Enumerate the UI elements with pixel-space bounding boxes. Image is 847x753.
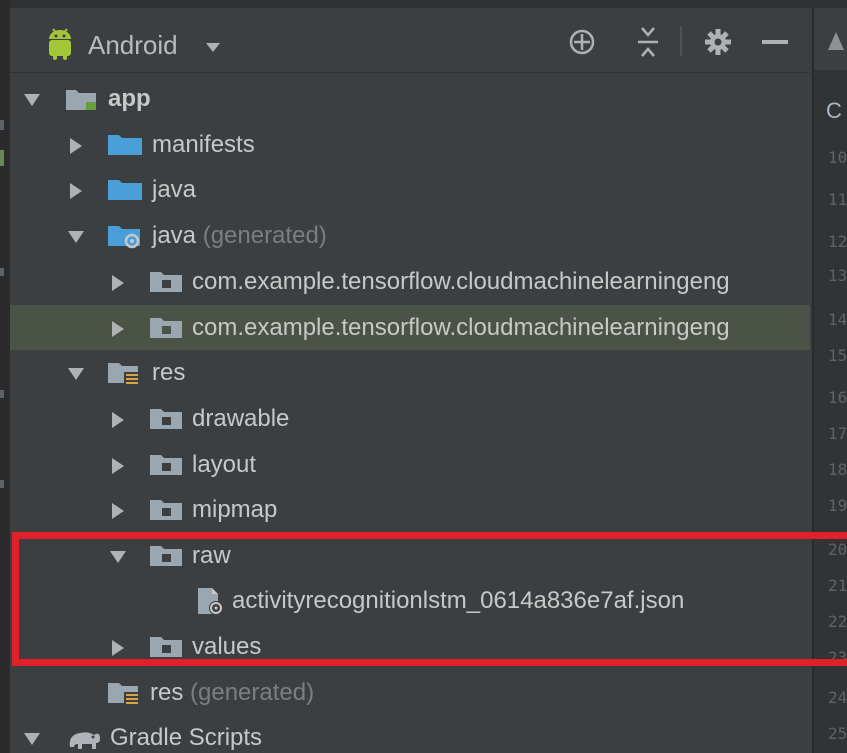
folder-icon	[108, 133, 142, 162]
tree-item-label: java (generated)	[152, 222, 327, 250]
tree-row-res-generated[interactable]: res (generated)	[10, 670, 810, 715]
expand-arrow-icon[interactable]	[24, 733, 40, 745]
resource-folder-icon	[108, 361, 142, 392]
line-number: 14	[828, 310, 847, 329]
gear-icon[interactable]	[704, 28, 732, 61]
tree-item-name: res	[150, 679, 184, 706]
module-folder-icon	[66, 88, 98, 117]
tree-row-java[interactable]: java	[10, 167, 810, 212]
generated-suffix: (generated)	[190, 679, 315, 706]
collapse-arrow-icon[interactable]	[112, 275, 124, 291]
tree-row-java-generated[interactable]: java (generated)	[10, 213, 810, 258]
tree-item-label: app	[108, 85, 151, 112]
line-number: 25	[828, 724, 847, 743]
editor-tab-letter: C	[826, 98, 842, 123]
expand-arrow-icon[interactable]	[24, 94, 40, 106]
collapse-arrow-icon[interactable]	[70, 183, 82, 199]
tree-item-label: mipmap	[192, 496, 278, 523]
tree-item-label: com.example.tensorflow.cloudmachinelearn…	[192, 314, 730, 341]
tree-row-mipmap[interactable]: mipmap	[10, 487, 810, 532]
line-number: 10	[828, 148, 847, 167]
line-number: 17	[828, 424, 847, 443]
view-mode-selector[interactable]: Android	[88, 30, 178, 60]
android-icon	[46, 28, 74, 65]
tree-row-gradle-scripts[interactable]: Gradle Scripts	[10, 715, 810, 753]
line-number: 12	[828, 232, 847, 251]
tree-row-layout[interactable]: layout	[10, 442, 810, 487]
expand-arrow-icon[interactable]	[68, 368, 84, 380]
collapse-all-icon[interactable]	[636, 26, 660, 63]
tree-row-res[interactable]: res	[10, 350, 810, 395]
resource-folder-icon	[108, 681, 142, 712]
package-folder-icon	[150, 270, 184, 299]
expand-arrow-icon[interactable]	[68, 231, 84, 243]
crosshair-icon[interactable]	[568, 28, 596, 61]
tree-item-label: layout	[192, 451, 257, 478]
line-number: 16	[828, 388, 847, 407]
editor-tab-icon	[826, 30, 846, 57]
collapse-arrow-icon[interactable]	[112, 321, 124, 337]
tree-item-label: res (generated)	[150, 679, 314, 707]
window-top-edge	[0, 0, 847, 8]
tree-row-drawable[interactable]: drawable	[10, 396, 810, 441]
project-tool-window: Android app manifests java java (generat…	[0, 0, 847, 753]
tree-item-name: java	[152, 222, 197, 249]
line-number: 13	[828, 266, 847, 285]
tree-row-package-selected[interactable]: com.example.tensorflow.cloudmachinelearn…	[10, 305, 810, 350]
project-toolbar: Android	[10, 8, 810, 73]
collapse-arrow-icon[interactable]	[112, 503, 124, 519]
tree-item-label: drawable	[192, 405, 290, 432]
package-folder-icon	[150, 407, 184, 436]
package-folder-icon	[150, 316, 184, 345]
tree-item-label: manifests	[152, 131, 255, 158]
line-number: 15	[828, 346, 847, 365]
collapse-arrow-icon[interactable]	[70, 138, 82, 154]
collapse-arrow-icon[interactable]	[112, 458, 124, 474]
package-folder-icon	[150, 498, 184, 527]
minimize-icon[interactable]	[762, 40, 788, 44]
tree-item-label: Gradle Scripts	[110, 724, 263, 751]
tree-item-label: com.example.tensorflow.cloudmachinelearn…	[192, 268, 730, 295]
line-number: 18	[828, 460, 847, 479]
chevron-down-icon[interactable]	[206, 40, 220, 58]
tree-row-manifests[interactable]: manifests	[10, 122, 810, 167]
line-number: 19	[828, 496, 847, 515]
tree-row-package[interactable]: com.example.tensorflow.cloudmachinelearn…	[10, 259, 810, 304]
line-number: 24	[828, 688, 847, 707]
package-folder-icon	[150, 453, 184, 482]
folder-icon	[108, 178, 142, 207]
left-editor-edge	[0, 0, 10, 753]
generated-source-folder-icon	[108, 224, 144, 255]
collapse-arrow-icon[interactable]	[112, 412, 124, 428]
line-number: 11	[828, 190, 847, 209]
tree-row-app[interactable]: app	[10, 76, 810, 121]
gradle-elephant-icon	[66, 727, 102, 753]
tree-item-label: res	[152, 359, 186, 386]
generated-suffix: (generated)	[202, 222, 327, 249]
tree-item-label: java	[152, 176, 197, 203]
annotation-highlight-box	[12, 532, 847, 666]
editor-tab[interactable]	[814, 8, 847, 70]
toolbar-separator	[680, 26, 682, 56]
